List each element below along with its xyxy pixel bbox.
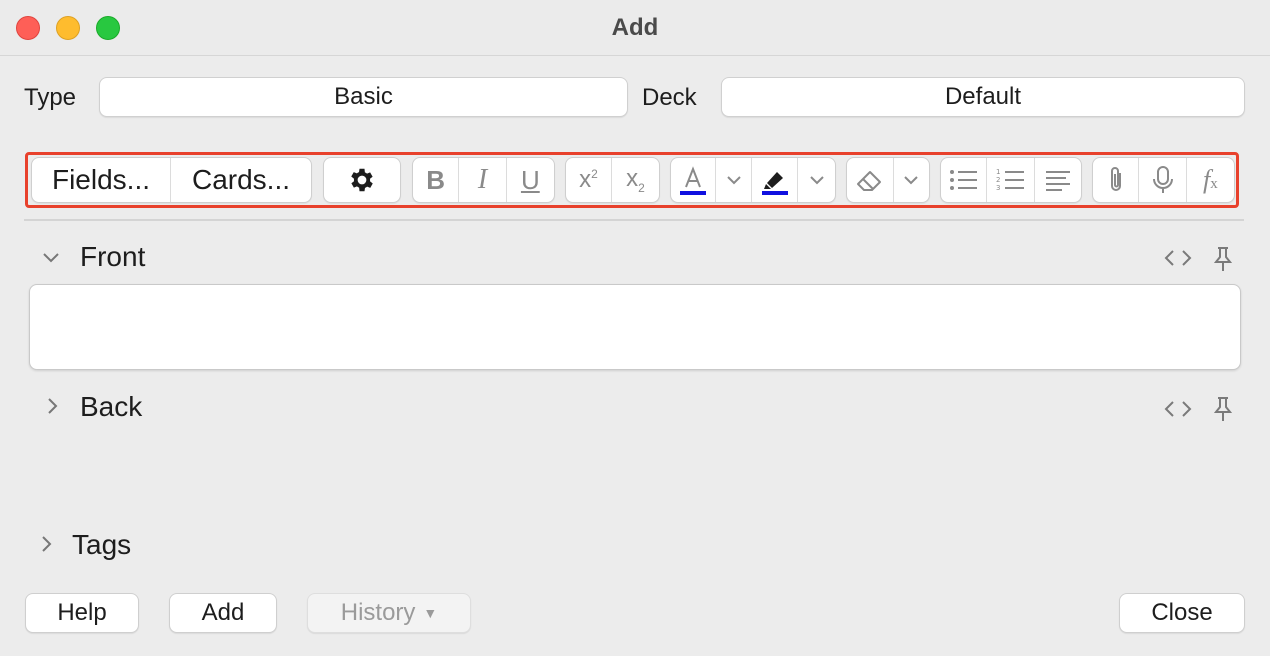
- subscript-button[interactable]: x2: [612, 158, 659, 202]
- numbered-list-button[interactable]: 1 2 3: [987, 158, 1035, 202]
- alignment-button[interactable]: [1035, 158, 1081, 202]
- cards-button[interactable]: Cards...: [171, 158, 311, 202]
- fields-button[interactable]: Fields...: [32, 158, 171, 202]
- bold-button[interactable]: B: [413, 158, 460, 202]
- media-group: fx: [1092, 157, 1235, 203]
- chevron-down-icon: [810, 176, 824, 185]
- front-html-editor-toggle[interactable]: [1164, 248, 1192, 273]
- back-field-label: Back: [80, 391, 143, 422]
- remove-format-dropdown[interactable]: [894, 158, 929, 202]
- front-sticky-toggle[interactable]: [1213, 246, 1233, 277]
- record-audio-button[interactable]: [1139, 158, 1187, 202]
- back-html-editor-toggle[interactable]: [1164, 399, 1192, 424]
- bullet-list-button[interactable]: [941, 158, 988, 202]
- text-color-dropdown[interactable]: [716, 158, 753, 202]
- type-label: Type: [24, 84, 77, 111]
- superscript-button[interactable]: x2: [566, 158, 613, 202]
- pin-icon: [1213, 247, 1233, 271]
- pin-icon: [1213, 397, 1233, 421]
- history-button[interactable]: History ▼: [307, 593, 471, 633]
- bullet-list-icon: [949, 170, 977, 190]
- text-color-icon: [680, 166, 707, 195]
- back-expand-toggle[interactable]: [46, 397, 58, 421]
- tags-label[interactable]: Tags: [72, 529, 131, 561]
- back-sticky-toggle[interactable]: [1213, 396, 1233, 427]
- toolbar-divider: [24, 219, 1244, 221]
- help-button-label: Help: [57, 599, 107, 626]
- align-icon: [1045, 171, 1070, 191]
- superscript-icon: x2: [579, 166, 598, 193]
- front-field-editor[interactable]: [29, 284, 1241, 370]
- tags-expand-toggle[interactable]: [40, 535, 52, 559]
- format-group: B I U: [412, 157, 555, 203]
- italic-button[interactable]: I: [459, 158, 507, 202]
- deck-value: Default: [944, 83, 1022, 110]
- script-group: x2 x2: [565, 157, 660, 203]
- function-icon: fx: [1202, 165, 1218, 194]
- highlight-icon: [761, 172, 788, 195]
- deck-label: Deck: [642, 84, 697, 111]
- fields-cards-group: Fields... Cards...: [31, 157, 312, 203]
- color-group: [670, 157, 836, 203]
- front-collapse-toggle[interactable]: [42, 246, 60, 269]
- html-editor-icon: [1164, 401, 1192, 417]
- mathjax-button[interactable]: fx: [1187, 158, 1234, 202]
- chevron-right-icon: [48, 398, 58, 414]
- chevron-down-icon: [43, 253, 59, 263]
- highlight-color-dropdown[interactable]: [798, 158, 835, 202]
- svg-text:1: 1: [996, 168, 1000, 176]
- note-type-selector[interactable]: Basic: [99, 77, 628, 117]
- history-button-label: History: [340, 599, 416, 626]
- options-button[interactable]: [324, 158, 400, 202]
- list-group: 1 2 3: [940, 157, 1082, 203]
- svg-text:3: 3: [996, 184, 1000, 192]
- window-title: Add: [611, 14, 659, 41]
- deck-selector[interactable]: Default: [721, 77, 1245, 117]
- italic-icon: I: [477, 164, 488, 195]
- chevron-down-icon: [904, 176, 919, 185]
- add-button[interactable]: Add: [169, 593, 277, 633]
- cards-button-label: Cards...: [191, 164, 291, 195]
- title-bar: Add: [0, 0, 1270, 56]
- remove-format-button[interactable]: [847, 158, 894, 202]
- close-button[interactable]: Close: [1119, 593, 1245, 633]
- chevron-down-icon: [727, 176, 741, 185]
- options-group: [323, 157, 401, 203]
- front-field-label: Front: [80, 241, 146, 272]
- underline-icon: U: [520, 164, 540, 195]
- attach-file-button[interactable]: [1093, 158, 1140, 202]
- subscript-icon: x2: [626, 165, 645, 195]
- svg-text:2: 2: [996, 176, 1000, 184]
- note-type-value: Basic: [334, 83, 393, 110]
- gear-icon: [351, 168, 373, 192]
- close-button-label: Close: [1151, 599, 1213, 626]
- highlight-color-button[interactable]: [752, 158, 799, 202]
- microphone-icon: [1152, 166, 1173, 193]
- paperclip-icon: [1110, 167, 1121, 191]
- help-button[interactable]: Help: [25, 593, 139, 633]
- add-button-label: Add: [201, 599, 245, 626]
- underline-button[interactable]: U: [507, 158, 554, 202]
- remove-format-group: [846, 157, 930, 203]
- fields-button-label: Fields...: [51, 164, 151, 195]
- chevron-right-icon: [42, 536, 52, 552]
- html-editor-icon: [1164, 250, 1192, 266]
- bold-icon: B: [426, 164, 446, 195]
- text-color-button[interactable]: [671, 158, 717, 202]
- eraser-icon: [856, 171, 881, 191]
- dropdown-caret-icon: ▼: [423, 605, 438, 621]
- numbered-list-icon: 1 2 3: [996, 168, 1024, 192]
